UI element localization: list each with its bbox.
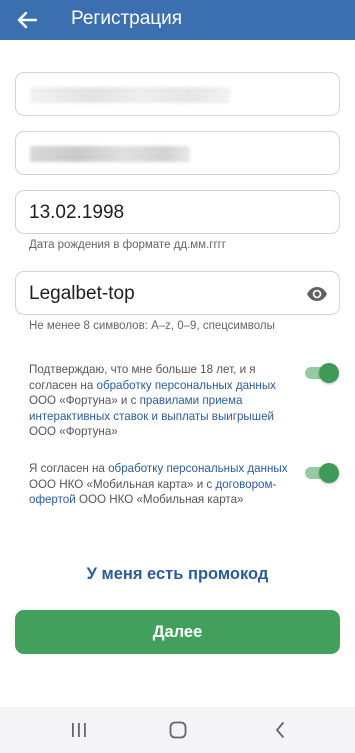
- birth-date-field[interactable]: 13.02.1998: [15, 190, 340, 234]
- nav-back-icon[interactable]: [268, 719, 292, 741]
- next-button[interactable]: Далее: [15, 610, 340, 654]
- arrow-left-icon[interactable]: [14, 7, 40, 33]
- home-icon[interactable]: [166, 719, 190, 741]
- password-value: Legalbet-top: [29, 283, 135, 304]
- toggle-knob: [319, 463, 339, 483]
- redacted-value: [30, 146, 190, 162]
- consent-mobile-card-toggle[interactable]: [305, 463, 339, 483]
- consent-text: ООО «Фортуна»: [29, 425, 118, 439]
- app-bar: Регистрация: [0, 0, 355, 40]
- promo-code-link[interactable]: У меня есть промокод: [0, 565, 355, 584]
- name-field[interactable]: [15, 72, 340, 116]
- toggle-knob: [319, 363, 339, 383]
- recents-icon[interactable]: [67, 719, 91, 741]
- password-field[interactable]: Legalbet-top: [15, 271, 340, 315]
- birth-date-hint: Дата рождения в формате дд.мм.гггг: [29, 239, 227, 251]
- birth-date-value: 13.02.1998: [29, 202, 125, 223]
- consent-text: ООО НКО «Мобильная карта»: [75, 493, 244, 507]
- redacted-value: [30, 87, 230, 103]
- consent-text: ООО «Фортуна» и с: [29, 394, 140, 408]
- personal-data-link[interactable]: обработку персональных данных: [97, 379, 276, 392]
- consent-text: ООО НКО «Мобильная карта» и с: [29, 477, 216, 491]
- eye-icon[interactable]: [306, 284, 328, 304]
- contact-field[interactable]: [15, 131, 340, 175]
- personal-data-link[interactable]: обработку персональных данных: [108, 462, 287, 475]
- page-title: Регистрация: [71, 8, 183, 29]
- consent-text: Я согласен на: [29, 462, 109, 475]
- password-hint: Не менее 8 символов: A–z, 0–9, спецсимво…: [29, 320, 275, 332]
- consent-mobile-card-text: Я согласен на обработку персональных дан…: [29, 461, 291, 508]
- consent-fortuna-text: Подтверждаю, что мне больше 18 лет, и я …: [29, 362, 291, 440]
- system-nav-bar: [0, 707, 355, 753]
- consent-fortuna-toggle[interactable]: [305, 363, 339, 383]
